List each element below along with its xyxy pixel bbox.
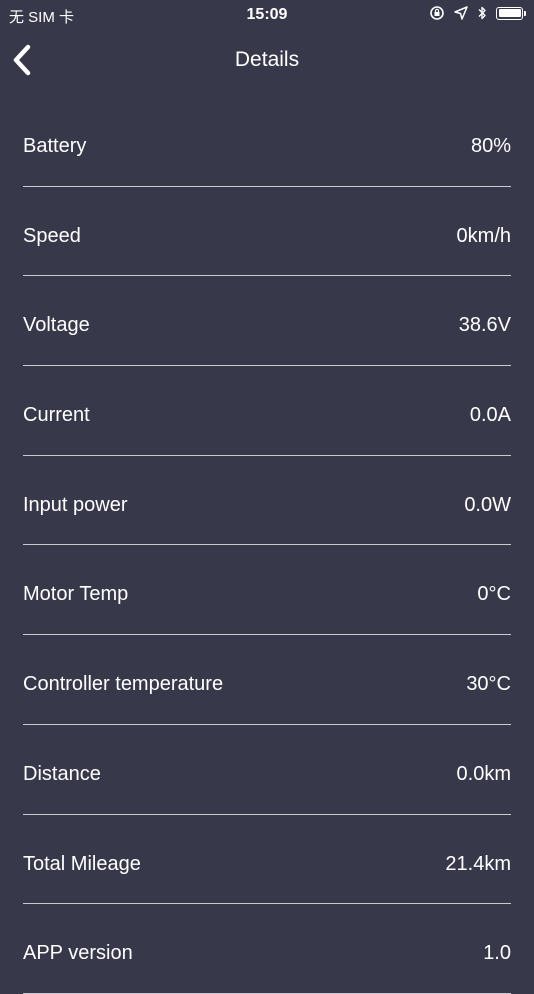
row-label: Voltage <box>23 314 90 337</box>
bluetooth-icon <box>478 6 486 20</box>
details-list: Battery 80% Speed 0km/h Voltage 38.6V Cu… <box>23 97 511 994</box>
rotation-lock-icon <box>430 6 444 20</box>
row-value: 0.0W <box>464 493 511 516</box>
row-label: Distance <box>23 762 101 785</box>
row-label: Motor Temp <box>23 583 129 606</box>
row-label: Speed <box>23 224 81 247</box>
row-value: 38.6V <box>458 314 511 337</box>
row-label: Input power <box>23 493 128 516</box>
detail-row-input-power: Input power 0.0W <box>23 456 511 546</box>
row-value: 0.0A <box>469 404 511 427</box>
detail-row-speed: Speed 0km/h <box>23 187 511 277</box>
row-label: Total Mileage <box>23 852 141 875</box>
status-icons <box>429 5 526 21</box>
navigation-bar: Details <box>0 30 534 94</box>
status-bar: 无 SIM 卡 15:09 <box>0 0 534 30</box>
row-label: Battery <box>23 135 87 157</box>
detail-row-battery: Battery 80% <box>23 97 511 187</box>
detail-row-voltage: Voltage 38.6V <box>23 276 511 367</box>
row-value: 0.0km <box>456 762 511 785</box>
row-value: 1.0 <box>483 942 511 965</box>
battery-icon <box>496 6 526 20</box>
row-label: APP version <box>23 942 133 965</box>
page-title: Details <box>234 48 300 71</box>
row-value: 30°C <box>466 673 511 696</box>
detail-row-controller-temperature: Controller temperature 30°C <box>23 635 511 725</box>
detail-row-total-mileage: Total Mileage 21.4km <box>23 815 511 905</box>
location-arrow-icon <box>454 6 468 20</box>
row-label: Current <box>23 404 90 427</box>
detail-row-current: Current 0.0A <box>23 366 511 456</box>
row-value: 21.4km <box>445 852 511 875</box>
detail-row-app-version: APP version 1.0 <box>23 904 511 994</box>
row-value: 0°C <box>477 583 511 606</box>
row-value: 80% <box>470 135 511 157</box>
detail-row-motor-temp: Motor Temp 0°C <box>23 545 511 636</box>
row-value: 0km/h <box>456 224 511 247</box>
row-label: Controller temperature <box>23 673 224 696</box>
detail-row-distance: Distance 0.0km <box>23 725 511 815</box>
